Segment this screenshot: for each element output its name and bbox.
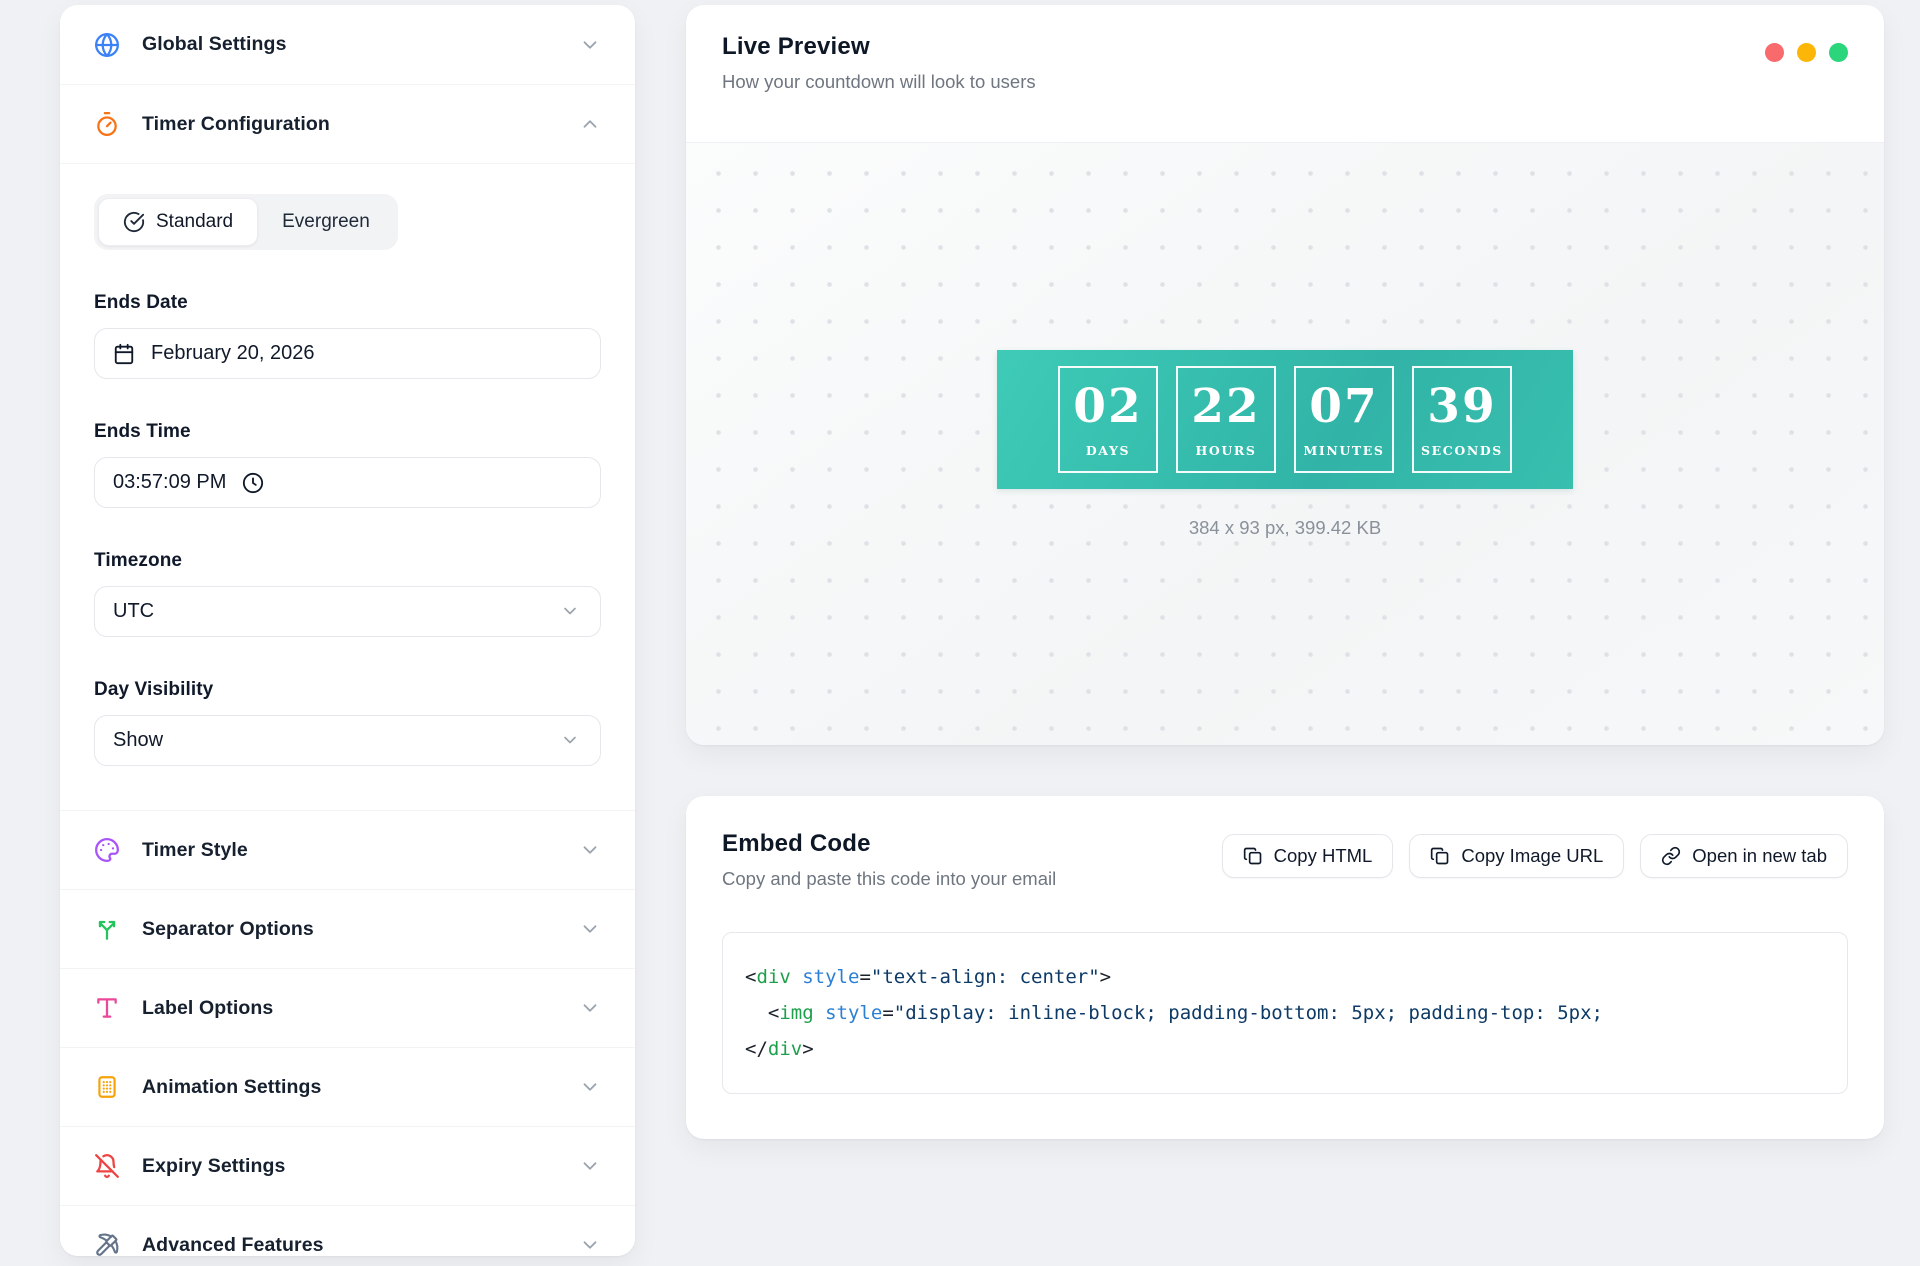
timer-minutes-value: 07 bbox=[1309, 383, 1378, 430]
type-icon bbox=[94, 995, 120, 1021]
check-circle-icon bbox=[123, 211, 145, 233]
embed-code-snippet: <div style="text-align: center"> <img st… bbox=[745, 959, 1825, 1067]
ends-date-value: February 20, 2026 bbox=[151, 342, 314, 365]
timer-unit-minutes: 07 MINUTES bbox=[1294, 366, 1394, 473]
sidebar-item-label: Advanced Features bbox=[142, 1234, 557, 1257]
traffic-dot-green bbox=[1829, 43, 1848, 62]
day-visibility-value: Show bbox=[113, 729, 163, 752]
timer-unit-days: 02 DAYS bbox=[1058, 366, 1158, 473]
copy-icon bbox=[1430, 846, 1450, 866]
sidebar-item-expiry-settings[interactable]: Expiry Settings bbox=[60, 1126, 635, 1205]
chevron-up-icon bbox=[579, 113, 601, 135]
sidebar-item-label: Expiry Settings bbox=[142, 1155, 557, 1178]
countdown-timer-preview: 02 DAYS 22 HOURS 07 MINUTES 39 SECONDS bbox=[997, 350, 1573, 489]
embed-code-block: <div style="text-align: center"> <img st… bbox=[722, 932, 1848, 1094]
mode-tab-label: Evergreen bbox=[282, 211, 370, 233]
chevron-down-icon bbox=[560, 601, 582, 623]
dot-grid-icon bbox=[94, 1074, 120, 1100]
open-in-new-tab-button[interactable]: Open in new tab bbox=[1640, 834, 1848, 878]
sidebar-item-advanced-features[interactable]: Advanced Features bbox=[60, 1205, 635, 1256]
chevron-down-icon bbox=[579, 918, 601, 940]
day-visibility-select[interactable]: Show bbox=[94, 715, 601, 766]
mode-tab-standard[interactable]: Standard bbox=[98, 198, 258, 246]
globe-icon bbox=[94, 32, 120, 58]
stopwatch-icon bbox=[94, 111, 120, 137]
sidebar-item-label: Separator Options bbox=[142, 918, 557, 941]
ends-date-label: Ends Date bbox=[94, 292, 601, 314]
chevron-down-icon bbox=[579, 1234, 601, 1256]
chevron-down-icon bbox=[560, 730, 582, 752]
mode-tab-label: Standard bbox=[156, 211, 233, 233]
preview-stage: 02 DAYS 22 HOURS 07 MINUTES 39 SECONDS 3… bbox=[686, 143, 1884, 745]
sidebar-item-separator-options[interactable]: Separator Options bbox=[60, 889, 635, 968]
timer-unit-hours: 22 HOURS bbox=[1176, 366, 1276, 473]
timer-minutes-label: MINUTES bbox=[1303, 443, 1384, 458]
live-preview-title: Live Preview bbox=[722, 33, 1036, 61]
copy-html-button[interactable]: Copy HTML bbox=[1222, 834, 1394, 878]
embed-code-card: Embed Code Copy and paste this code into… bbox=[686, 796, 1884, 1139]
timer-days-label: DAYS bbox=[1086, 443, 1130, 458]
chevron-down-icon bbox=[579, 997, 601, 1019]
open-in-new-tab-label: Open in new tab bbox=[1692, 845, 1827, 867]
sidebar-item-label: Animation Settings bbox=[142, 1076, 557, 1099]
copy-image-url-label: Copy Image URL bbox=[1461, 845, 1603, 867]
sidebar-item-animation-settings[interactable]: Animation Settings bbox=[60, 1047, 635, 1126]
palette-icon bbox=[94, 837, 120, 863]
split-arrows-icon bbox=[94, 916, 120, 942]
ends-time-input[interactable]: 03:57:09 PM bbox=[94, 457, 601, 508]
traffic-lights bbox=[1765, 43, 1848, 62]
ends-time-value: 03:57:09 PM bbox=[113, 471, 226, 494]
ends-time-label: Ends Time bbox=[94, 421, 601, 443]
sidebar-item-label: Label Options bbox=[142, 997, 557, 1020]
timer-hours-label: HOURS bbox=[1195, 443, 1256, 458]
timer-days-value: 02 bbox=[1073, 383, 1142, 430]
timer-seconds-label: SECONDS bbox=[1421, 443, 1503, 458]
sidebar-item-label: Global Settings bbox=[142, 33, 557, 56]
chevron-down-icon bbox=[579, 1076, 601, 1098]
traffic-dot-yellow bbox=[1797, 43, 1816, 62]
copy-image-url-button[interactable]: Copy Image URL bbox=[1409, 834, 1624, 878]
mode-tab-evergreen[interactable]: Evergreen bbox=[258, 198, 394, 246]
embed-actions: Copy HTML Copy Image URL Open in new tab bbox=[1222, 834, 1848, 878]
link-icon bbox=[1661, 846, 1681, 866]
sidebar-item-global-settings[interactable]: Global Settings bbox=[60, 5, 635, 84]
traffic-dot-red bbox=[1765, 43, 1784, 62]
embed-code-title: Embed Code bbox=[722, 830, 1056, 858]
chevron-down-icon bbox=[579, 1155, 601, 1177]
bell-off-icon bbox=[94, 1153, 120, 1179]
timezone-value: UTC bbox=[113, 600, 154, 623]
calendar-icon bbox=[113, 343, 135, 365]
sidebar-item-label-options[interactable]: Label Options bbox=[60, 968, 635, 1047]
sidebar-item-timer-style[interactable]: Timer Style bbox=[60, 810, 635, 889]
live-preview-header: Live Preview How your countdown will loo… bbox=[686, 5, 1884, 143]
timezone-select[interactable]: UTC bbox=[94, 586, 601, 637]
live-preview-card: Live Preview How your countdown will loo… bbox=[686, 5, 1884, 745]
pickaxe-icon bbox=[94, 1232, 120, 1256]
timezone-label: Timezone bbox=[94, 550, 601, 572]
copy-icon bbox=[1243, 846, 1263, 866]
sidebar-item-label: Timer Style bbox=[142, 839, 557, 862]
image-dimensions-text: 384 x 93 px, 399.42 KB bbox=[1189, 517, 1381, 539]
embed-code-subtitle: Copy and paste this code into your email bbox=[722, 868, 1056, 890]
settings-sidebar: Global Settings Timer Configuration Stan… bbox=[60, 5, 635, 1256]
sidebar-item-label: Timer Configuration bbox=[142, 113, 557, 136]
timer-configuration-panel: Standard Evergreen Ends Date February 20… bbox=[60, 163, 635, 810]
sidebar-item-timer-configuration[interactable]: Timer Configuration bbox=[60, 84, 635, 163]
clock-icon bbox=[242, 472, 264, 494]
ends-date-input[interactable]: February 20, 2026 bbox=[94, 328, 601, 379]
live-preview-subtitle: How your countdown will look to users bbox=[722, 71, 1036, 93]
timer-hours-value: 22 bbox=[1191, 383, 1260, 430]
timer-mode-toggle: Standard Evergreen bbox=[94, 194, 398, 250]
timer-seconds-value: 39 bbox=[1427, 383, 1496, 430]
timer-unit-seconds: 39 SECONDS bbox=[1412, 366, 1512, 473]
chevron-down-icon bbox=[579, 34, 601, 56]
chevron-down-icon bbox=[579, 839, 601, 861]
day-visibility-label: Day Visibility bbox=[94, 679, 601, 701]
copy-html-label: Copy HTML bbox=[1274, 845, 1373, 867]
